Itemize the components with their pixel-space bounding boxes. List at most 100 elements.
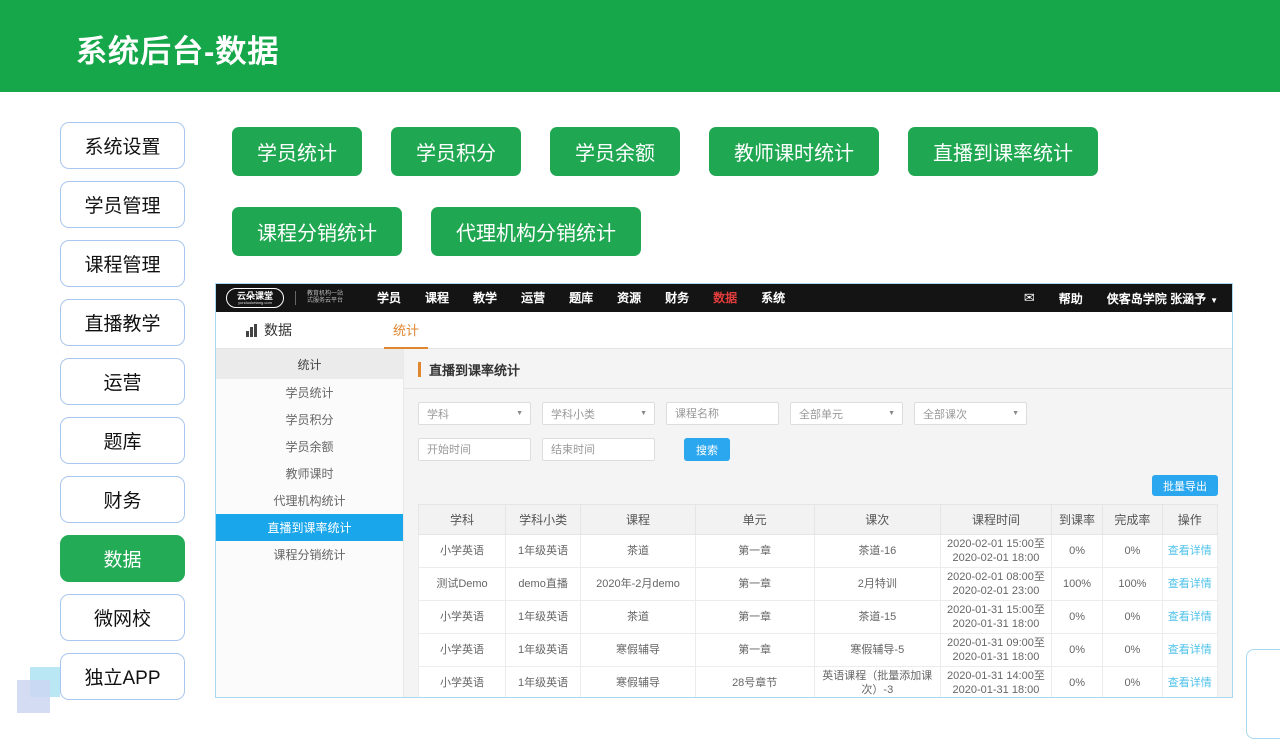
table-cell: 0%	[1103, 667, 1162, 699]
breadcrumb-label: 数据	[264, 320, 292, 340]
sidebar-item-独立APP[interactable]: 独立APP	[60, 653, 185, 700]
table-cell: 茶道	[581, 601, 696, 634]
export-row: 批量导出	[418, 475, 1218, 496]
table-cell: demo直播	[506, 568, 581, 601]
nav-item-系统[interactable]: 系统	[749, 284, 797, 312]
table-cell: 英语课程（批量添加课次）-3	[814, 667, 941, 699]
sidebar-item-直播教学[interactable]: 直播教学	[60, 299, 185, 346]
table-cell: 第一章	[695, 568, 814, 601]
view-details-link[interactable]: 查看详情	[1168, 611, 1212, 623]
panel-nav-menu: 学员课程教学运营题库资源财务数据系统	[365, 284, 797, 312]
panel-sub-sidebar: 统计 学员统计学员积分学员余额教师课时代理机构统计直播到课率统计课程分销统计	[216, 349, 404, 698]
subcategory-select[interactable]: 学科小类 ▼	[542, 402, 655, 425]
batch-export-button[interactable]: 批量导出	[1152, 475, 1218, 496]
section-title-row: 直播到课率统计	[418, 360, 1218, 379]
sidebar-item-运营[interactable]: 运营	[60, 358, 185, 405]
tab-statistics[interactable]: 统计	[384, 312, 428, 349]
nav-item-运营[interactable]: 运营	[509, 284, 557, 312]
column-header-课次: 课次	[814, 505, 941, 535]
start-time-input[interactable]	[418, 438, 531, 461]
end-time-input[interactable]	[542, 438, 655, 461]
table-cell: 小学英语	[419, 634, 506, 667]
breadcrumb: 数据	[216, 312, 292, 348]
envelope-icon[interactable]: ✉	[1024, 290, 1035, 306]
user-menu[interactable]: 侠客岛学院 张涵予▼	[1107, 290, 1218, 307]
sub-sidebar-item-学员余额[interactable]: 学员余额	[216, 433, 403, 460]
quick-buttons-row2: 课程分销统计代理机构分销统计	[232, 207, 1098, 256]
sub-sidebar-item-学员统计[interactable]: 学员统计	[216, 379, 403, 406]
quick-button-学员余额[interactable]: 学员余额	[550, 127, 680, 176]
quick-button-课程分销统计[interactable]: 课程分销统计	[232, 207, 402, 256]
view-details-link[interactable]: 查看详情	[1168, 545, 1212, 557]
quick-button-学员积分[interactable]: 学员积分	[391, 127, 521, 176]
chevron-down-icon: ▼	[640, 410, 647, 417]
title-divider	[404, 388, 1232, 389]
table-cell: 寒假辅导	[581, 634, 696, 667]
column-header-到课率: 到课率	[1051, 505, 1102, 535]
sidebar-item-微网校[interactable]: 微网校	[60, 594, 185, 641]
table-cell: 小学英语	[419, 667, 506, 699]
sidebar-item-题库[interactable]: 题库	[60, 417, 185, 464]
help-link[interactable]: 帮助	[1059, 290, 1083, 307]
view-details-link[interactable]: 查看详情	[1168, 677, 1212, 689]
nav-item-学员[interactable]: 学员	[365, 284, 413, 312]
table-cell: 1年级英语	[506, 634, 581, 667]
unit-select[interactable]: 全部单元 ▼	[790, 402, 903, 425]
table-cell: 小学英语	[419, 535, 506, 568]
view-details-link[interactable]: 查看详情	[1168, 644, 1212, 656]
decor-box-bottom-right	[1246, 649, 1280, 739]
quick-button-学员统计[interactable]: 学员统计	[232, 127, 362, 176]
table-cell-action: 查看详情	[1162, 634, 1217, 667]
table-cell: 0%	[1103, 535, 1162, 568]
main-sidebar: 系统设置学员管理课程管理直播教学运营题库财务数据微网校独立APP	[60, 122, 185, 712]
column-header-完成率: 完成率	[1103, 505, 1162, 535]
section-title: 直播到课率统计	[429, 360, 520, 379]
column-header-学科小类: 学科小类	[506, 505, 581, 535]
subject-select[interactable]: 学科 ▼	[418, 402, 531, 425]
table-row: 小学英语1年级英语茶道第一章茶道-152020-01-31 15:00至2020…	[419, 601, 1218, 634]
table-cell: 0%	[1103, 634, 1162, 667]
sidebar-item-学员管理[interactable]: 学员管理	[60, 181, 185, 228]
course-name-input[interactable]	[666, 402, 779, 425]
panel-top-nav: 云朵课堂 yunduoketang.com 教育机构一站 式服务云平台 学员课程…	[216, 284, 1232, 312]
table-cell: 2020-01-31 15:00至2020-01-31 18:00	[941, 601, 1052, 634]
decor-square-lavender	[17, 680, 50, 713]
column-header-单元: 单元	[695, 505, 814, 535]
sidebar-item-数据[interactable]: 数据	[60, 535, 185, 582]
nav-item-教学[interactable]: 教学	[461, 284, 509, 312]
table-cell: 28号章节	[695, 667, 814, 699]
table-cell: 茶道-16	[814, 535, 941, 568]
filter-row-1: 学科 ▼ 学科小类 ▼ 全部单元 ▼ 全部课次 ▼	[418, 402, 1218, 425]
sub-sidebar-item-代理机构统计[interactable]: 代理机构统计	[216, 487, 403, 514]
chevron-down-icon: ▼	[1210, 296, 1218, 305]
table-cell: 茶道	[581, 535, 696, 568]
sub-sidebar-item-学员积分[interactable]: 学员积分	[216, 406, 403, 433]
table-cell: 第一章	[695, 535, 814, 568]
nav-item-课程[interactable]: 课程	[413, 284, 461, 312]
view-details-link[interactable]: 查看详情	[1168, 578, 1212, 590]
lesson-select[interactable]: 全部课次 ▼	[914, 402, 1027, 425]
search-button[interactable]: 搜索	[684, 438, 730, 461]
quick-button-教师课时统计[interactable]: 教师课时统计	[709, 127, 879, 176]
page-title: 系统后台-数据	[76, 26, 279, 71]
nav-item-数据[interactable]: 数据	[701, 284, 749, 312]
nav-item-财务[interactable]: 财务	[653, 284, 701, 312]
logo-divider	[295, 291, 296, 305]
brand-logo[interactable]: 云朵课堂 yunduoketang.com 教育机构一站 式服务云平台	[226, 288, 343, 308]
table-row: 小学英语1年级英语茶道第一章茶道-162020-02-01 15:00至2020…	[419, 535, 1218, 568]
nav-item-题库[interactable]: 题库	[557, 284, 605, 312]
sidebar-item-课程管理[interactable]: 课程管理	[60, 240, 185, 287]
chevron-down-icon: ▼	[1012, 410, 1019, 417]
panel-content: 直播到课率统计 学科 ▼ 学科小类 ▼ 全部单元 ▼ 全部课次	[404, 349, 1232, 698]
sub-sidebar-item-课程分销统计[interactable]: 课程分销统计	[216, 541, 403, 568]
nav-item-资源[interactable]: 资源	[605, 284, 653, 312]
sub-sidebar-item-直播到课率统计[interactable]: 直播到课率统计	[216, 514, 403, 541]
cloud-logo-icon: 云朵课堂 yunduoketang.com	[226, 288, 284, 308]
quick-button-直播到课率统计[interactable]: 直播到课率统计	[908, 127, 1098, 176]
quick-button-代理机构分销统计[interactable]: 代理机构分销统计	[431, 207, 641, 256]
table-cell: 1年级英语	[506, 535, 581, 568]
attendance-table: 学科学科小类课程单元课次课程时间到课率完成率操作 小学英语1年级英语茶道第一章茶…	[418, 504, 1218, 698]
sidebar-item-系统设置[interactable]: 系统设置	[60, 122, 185, 169]
sidebar-item-财务[interactable]: 财务	[60, 476, 185, 523]
sub-sidebar-item-教师课时[interactable]: 教师课时	[216, 460, 403, 487]
